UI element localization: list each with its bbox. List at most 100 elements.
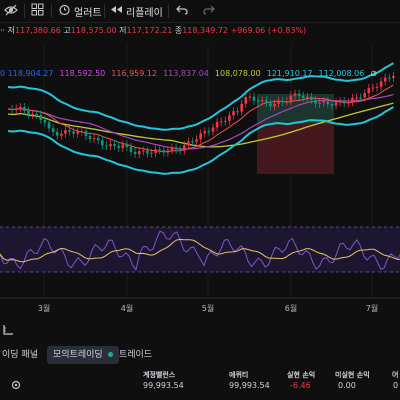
candle-body	[248, 96, 252, 98]
candle-body	[277, 100, 280, 104]
tab-paper-trading[interactable]: 모의트레이딩	[47, 346, 119, 364]
ma-value: 116,959.12	[111, 69, 158, 78]
connected-dot-icon	[107, 352, 113, 357]
candle-body	[31, 113, 34, 115]
candle-body	[310, 96, 313, 100]
ma-value: 118,904.27	[7, 69, 54, 78]
candle-body	[256, 100, 260, 102]
price-chart[interactable]: 3월 4월 5월 6월 7월	[0, 44, 400, 344]
toolbar-divider	[168, 4, 169, 18]
alert-button[interactable]: 얼러트	[58, 0, 104, 22]
candle-body	[125, 144, 129, 148]
ma-value: 112,008.06	[318, 69, 365, 78]
candle-body	[383, 77, 387, 82]
ohlc-high-prefix: 고	[63, 26, 71, 35]
candle-body	[60, 133, 63, 136]
bottom-panel-tabs: 이딩 패널 모의트레이딩 트레이드	[0, 344, 400, 366]
ma-legend-lead: 0	[0, 69, 8, 78]
toolbar-divider	[104, 4, 105, 18]
candle-body	[334, 102, 338, 106]
ma-value: 118,592.50	[59, 69, 106, 78]
undo-icon[interactable]	[176, 3, 189, 19]
candle-body	[306, 96, 309, 98]
candle-body	[379, 81, 383, 87]
replay-label: 리플레이	[126, 8, 163, 19]
tab-trading-panel-label: 이딩 패널	[2, 350, 38, 360]
candle-body	[363, 93, 366, 98]
toolbar-divider	[51, 4, 52, 18]
candle-body	[170, 147, 174, 151]
candle-body	[301, 95, 305, 98]
alarm-clock-icon	[58, 3, 71, 19]
candle-body	[351, 97, 354, 103]
candle-body	[137, 151, 141, 155]
account-stats: 계정밸런스 99,993.54 에퀴티 99,993.54 실현 손익 -6.4…	[0, 370, 400, 400]
replay-icon	[110, 3, 123, 19]
candle-body	[207, 131, 211, 133]
equity-value: 99,993.54	[229, 381, 270, 390]
candle-body	[199, 133, 202, 140]
ma-value: 113,837.04	[163, 69, 209, 78]
settings-gear-icon[interactable]	[10, 376, 22, 395]
candle-body	[150, 152, 153, 154]
candle-body	[23, 107, 26, 111]
cut-off-value: 0	[393, 381, 399, 390]
candle-body	[342, 100, 346, 104]
tab-trade[interactable]: 트레이드	[113, 346, 158, 364]
ohlc-close-value: 117,172.21	[126, 26, 173, 35]
candle-body	[113, 144, 116, 146]
realized-pnl-value: -6.46	[290, 381, 311, 390]
ohlc-change: +969.06 (+0.83%)	[230, 26, 307, 35]
toolbar-divider	[24, 4, 25, 18]
replay-button[interactable]: 리플레이	[110, 0, 166, 22]
cut-off-label: 어	[392, 371, 399, 379]
unrealized-pnl-value: 0.00	[338, 381, 356, 390]
equity-label: 에퀴티	[229, 371, 249, 379]
ruler-icon[interactable]	[2, 321, 14, 340]
candle-body	[269, 103, 272, 107]
candle-body	[326, 101, 330, 105]
candle-body	[191, 141, 194, 143]
candle-body	[101, 140, 104, 146]
candle-body	[84, 131, 88, 136]
candle-body	[47, 122, 51, 129]
eye-off-icon[interactable]	[4, 3, 18, 20]
candle-body	[51, 128, 55, 132]
candle-body	[72, 131, 75, 134]
redo-icon[interactable]	[202, 3, 215, 19]
candle-body	[240, 103, 243, 112]
candle-body	[338, 100, 342, 103]
time-axis-label: 6월	[285, 303, 297, 313]
realized-pnl-label: 실현 손익	[287, 371, 316, 379]
eye-off-icon[interactable]: ⊘	[370, 69, 377, 78]
rsi-band	[0, 227, 400, 272]
candle-body	[219, 121, 223, 123]
candle-body	[252, 96, 256, 101]
tab-trade-label: 트레이드	[119, 350, 153, 360]
candle-body	[215, 122, 219, 128]
candle-body	[109, 144, 112, 147]
ma-value: 108,078.00	[214, 69, 261, 78]
candle-body	[10, 109, 14, 111]
candle-body	[154, 149, 157, 153]
candle-body	[129, 147, 133, 152]
candle-body	[39, 114, 43, 120]
top-toolbar: 얼러트 리플레이	[0, 0, 400, 23]
candle-body	[297, 93, 301, 96]
ma-legend: 0 118,904.27 118,592.50 116,959.12 113,837.…	[0, 69, 377, 83]
candle-body	[146, 150, 149, 154]
candle-body	[388, 77, 391, 79]
candle-body	[80, 131, 84, 133]
tab-trading-panel[interactable]: 이딩 패널	[0, 346, 44, 364]
candle-body	[68, 130, 71, 132]
tab-paper-trading-label: 모의트레이딩	[53, 350, 103, 360]
ohlc-last-value: 118,349.72	[182, 26, 229, 35]
grid-icon[interactable]	[31, 3, 44, 19]
ohlc-legend: ·· 저117,380.66 고118,575.00 저117,172.21 종…	[0, 26, 307, 35]
position-loss-zone[interactable]	[257, 124, 334, 174]
candle-body	[371, 87, 375, 89]
account-balance-label: 계정밸런스	[143, 371, 176, 379]
time-axis-label: 7월	[366, 303, 378, 313]
candle-body	[318, 102, 321, 104]
time-axis-label: 4월	[121, 303, 133, 313]
